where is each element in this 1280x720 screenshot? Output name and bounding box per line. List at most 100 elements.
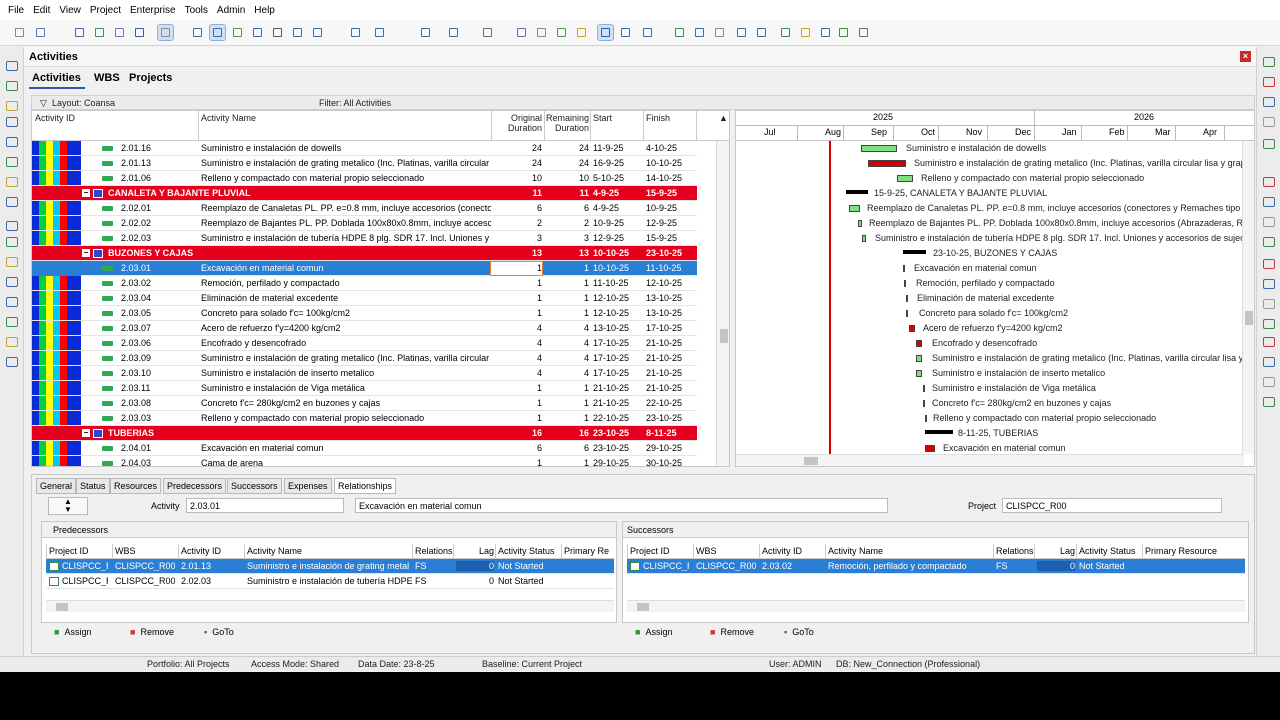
sidebar-icon[interactable] bbox=[6, 337, 18, 347]
table-row[interactable]: 2.03.03 Relleno y compactado con material… bbox=[32, 411, 697, 426]
sidebar-icon[interactable] bbox=[1263, 357, 1275, 367]
chevron-down-icon[interactable]: ▽ bbox=[40, 98, 47, 109]
gantt-h-scrollbar[interactable] bbox=[736, 454, 1244, 466]
relation-col-header[interactable]: Primary Resource bbox=[1145, 546, 1245, 556]
sidebar-icon[interactable] bbox=[6, 177, 18, 187]
sidebar-icon[interactable] bbox=[1263, 177, 1275, 187]
gantt-bar[interactable] bbox=[925, 445, 935, 452]
table-row[interactable]: 2.01.16 Suministro e instalación de dowel… bbox=[32, 141, 697, 156]
nav-arrows[interactable]: ▲ ▼ bbox=[48, 497, 88, 515]
gantt-summary-bar[interactable] bbox=[903, 250, 926, 254]
menu-help[interactable]: Help bbox=[254, 5, 275, 16]
table-row[interactable]: 2.04.03 Cama de arena 1 1 29-10-25 30-10-25 bbox=[32, 456, 697, 466]
tab-general[interactable]: General bbox=[36, 478, 77, 494]
gantt-bar[interactable] bbox=[862, 235, 866, 242]
toolbar-button-icon[interactable] bbox=[640, 25, 655, 40]
toolbar-button-icon[interactable] bbox=[692, 25, 707, 40]
sidebar-icon[interactable] bbox=[6, 137, 18, 147]
close-icon[interactable]: × bbox=[1240, 51, 1251, 62]
toolbar-button-icon[interactable] bbox=[132, 25, 147, 40]
table-row[interactable]: 2.03.02 Remoción, perfilado y compactado 1… bbox=[32, 276, 697, 291]
table-row[interactable]: 2.03.08 Concreto f'c= 280kg/cm2 en buzone… bbox=[32, 396, 697, 411]
toolbar-button-icon[interactable] bbox=[618, 25, 633, 40]
gantt-bar[interactable] bbox=[923, 385, 925, 392]
toolbar-button-icon[interactable] bbox=[754, 25, 769, 40]
table-row[interactable]: 2.03.01 Excavación en material comun 1 1 10-… bbox=[32, 261, 697, 276]
table-row[interactable]: 2.03.07 Acero de refuerzo f'y=4200 kg/cm2… bbox=[32, 321, 697, 336]
sidebar-icon[interactable] bbox=[6, 117, 18, 127]
sidebar-icon[interactable] bbox=[6, 257, 18, 267]
toolbar-button-icon[interactable] bbox=[290, 25, 305, 40]
sidebar-icon[interactable] bbox=[6, 221, 18, 231]
relation-col-header[interactable]: Activity Status bbox=[498, 546, 560, 556]
tab-expenses[interactable]: Expenses bbox=[284, 478, 332, 494]
relation-col-header[interactable]: Relations bbox=[996, 546, 1034, 556]
toolbar-button-icon[interactable] bbox=[734, 25, 749, 40]
collapse-icon[interactable]: − bbox=[82, 429, 90, 437]
gantt-bar[interactable] bbox=[925, 415, 927, 422]
sidebar-icon[interactable] bbox=[6, 317, 18, 327]
gantt-bar[interactable] bbox=[897, 175, 913, 182]
sidebar-icon[interactable] bbox=[6, 277, 18, 287]
toolbar-button-icon[interactable] bbox=[856, 25, 871, 40]
sidebar-icon[interactable] bbox=[1263, 117, 1275, 127]
col-original-duration[interactable]: Original Duration bbox=[491, 113, 542, 133]
gantt-bar[interactable] bbox=[906, 295, 908, 302]
gantt-bar[interactable] bbox=[909, 325, 915, 332]
menu-tools[interactable]: Tools bbox=[185, 5, 208, 16]
sidebar-icon[interactable] bbox=[1263, 217, 1275, 227]
gantt-bar[interactable] bbox=[904, 280, 906, 287]
gantt-bar[interactable] bbox=[923, 400, 925, 407]
relation-col-header[interactable]: WBS bbox=[696, 546, 756, 556]
gantt-bar[interactable] bbox=[916, 340, 922, 347]
toolbar-button-icon[interactable] bbox=[418, 25, 433, 40]
col-finish[interactable]: Finish bbox=[646, 113, 670, 123]
sidebar-icon[interactable] bbox=[1263, 237, 1275, 247]
gantt-v-scrollbar[interactable] bbox=[1242, 141, 1254, 454]
table-row[interactable]: 2.04.01 Excavación en material comun 6 6 23-… bbox=[32, 441, 697, 456]
gantt-bar[interactable] bbox=[858, 220, 862, 227]
menu-enterprise[interactable]: Enterprise bbox=[130, 5, 176, 16]
sidebar-icon[interactable] bbox=[6, 237, 18, 247]
scroll-up-icon[interactable]: ▲ bbox=[719, 113, 728, 123]
sidebar-icon[interactable] bbox=[1263, 319, 1275, 329]
gantt-bar[interactable] bbox=[906, 310, 908, 317]
menu-file[interactable]: File bbox=[8, 5, 24, 16]
relation-col-header[interactable]: Activity ID bbox=[762, 546, 822, 556]
sidebar-icon[interactable] bbox=[1263, 57, 1275, 67]
toolbar-button-icon[interactable] bbox=[446, 25, 461, 40]
col-start[interactable]: Start bbox=[593, 113, 612, 123]
toolbar-button-icon[interactable] bbox=[554, 25, 569, 40]
sidebar-icon[interactable] bbox=[6, 357, 18, 367]
relation-col-header[interactable]: Activity Name bbox=[247, 546, 412, 556]
gantt-bar[interactable] bbox=[916, 370, 922, 377]
relation-h-scrollbar[interactable] bbox=[627, 600, 1245, 612]
wbs-row[interactable]: − BUZONES Y CAJAS 13 13 10-10-25 23-10-25 bbox=[32, 246, 697, 261]
wbs-row[interactable]: − CANALETA Y BAJANTE PLUVIAL 11 11 4-9-25 15-… bbox=[32, 186, 697, 201]
pred-remove-button[interactable]: ■ Remove bbox=[124, 624, 180, 642]
sidebar-icon[interactable] bbox=[1263, 397, 1275, 407]
tab-successors[interactable]: Successors bbox=[227, 478, 282, 494]
activity-id-field[interactable]: 2.03.01 bbox=[186, 498, 344, 513]
table-row[interactable]: 2.03.04 Eliminación de material excedente… bbox=[32, 291, 697, 306]
relation-col-header[interactable]: Project ID bbox=[630, 546, 690, 556]
sidebar-icon[interactable] bbox=[6, 61, 18, 71]
menu-project[interactable]: Project bbox=[90, 5, 121, 16]
tab-wbs[interactable]: WBS bbox=[94, 72, 120, 84]
table-row[interactable]: 2.01.13 Suministro e instalación de grati… bbox=[32, 156, 697, 171]
gantt-bar[interactable] bbox=[861, 145, 897, 152]
toolbar-button-icon[interactable] bbox=[514, 25, 529, 40]
toolbar-button-icon[interactable] bbox=[72, 25, 87, 40]
toolbar-button-icon[interactable] bbox=[348, 25, 363, 40]
toolbar-button-icon[interactable] bbox=[12, 25, 27, 40]
sidebar-icon[interactable] bbox=[1263, 377, 1275, 387]
toolbar-button-icon[interactable] bbox=[310, 25, 325, 40]
toolbar-button-icon[interactable] bbox=[480, 25, 495, 40]
layout-label[interactable]: Layout: Coansa bbox=[52, 98, 115, 108]
relation-h-scrollbar[interactable] bbox=[46, 600, 614, 612]
sidebar-icon[interactable] bbox=[1263, 279, 1275, 289]
relation-col-header[interactable]: Primary Re bbox=[564, 546, 614, 556]
sidebar-icon[interactable] bbox=[1263, 97, 1275, 107]
activity-name-field[interactable]: Excavación en material comun bbox=[355, 498, 888, 513]
gantt-bar[interactable] bbox=[903, 265, 905, 272]
